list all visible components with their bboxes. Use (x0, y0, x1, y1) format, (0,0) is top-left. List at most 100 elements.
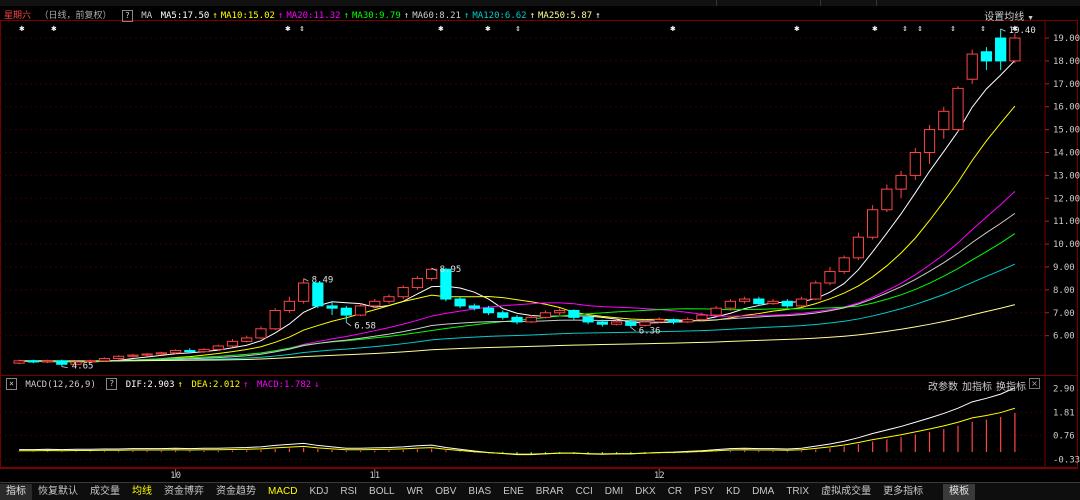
event-marker-icon: ✱ (485, 24, 491, 34)
tab-23[interactable]: 虚拟成交量 (815, 484, 877, 500)
up-arrow-icon: ↑ (403, 11, 410, 21)
price-axis-label: 8.00 (1053, 286, 1075, 296)
event-marker-icon: ✱ (51, 24, 57, 34)
tab-10[interactable]: WR (401, 484, 430, 500)
event-marker-icon: ⇕ (950, 24, 955, 34)
annotation-leader (630, 327, 636, 332)
settings-ma-button[interactable]: 设置均线 ▼ (984, 8, 1034, 23)
tab-14[interactable]: BRAR (530, 484, 570, 500)
annotation-leader (1000, 28, 1006, 32)
up-arrow-icon: ↑ (463, 11, 470, 21)
ma30-line (19, 233, 1016, 363)
candle-body (881, 188, 893, 211)
tab-25[interactable]: 模板 (943, 483, 976, 500)
switch-indicator-button[interactable]: 换指标 (996, 378, 1026, 393)
price-axis-label: 6.00 (1053, 332, 1075, 342)
annotation-leader (346, 322, 352, 327)
candle-body (966, 53, 978, 80)
tab-1[interactable]: 恢复默认 (32, 484, 84, 500)
tab-9[interactable]: BOLL (363, 484, 401, 500)
tab-22[interactable]: TRIX (780, 484, 815, 500)
tab-17[interactable]: DKX (629, 484, 662, 500)
tab-19[interactable]: PSY (688, 484, 720, 500)
tab-18[interactable]: CR (662, 484, 688, 500)
tab-16[interactable]: DMI (599, 484, 629, 500)
candle-body (141, 353, 153, 356)
up-arrow-icon: ↑ (529, 11, 535, 21)
tab-20[interactable]: KD (720, 484, 746, 500)
down-arrow-icon: ↓ (314, 379, 320, 390)
ma-indicator-list: MA5:17.50 ↑ MA10:15.02 ↑ MA20:11.32 ↑ MA30:9.7… (161, 11, 604, 21)
candle-body (810, 282, 822, 300)
candle-body (795, 298, 808, 307)
candle-body (753, 298, 765, 305)
help-icon[interactable]: ? (121, 9, 133, 22)
candle-body (1009, 37, 1021, 62)
tab-6[interactable]: MACD (262, 484, 303, 500)
ma-indicator: MA250:5.87 (538, 11, 593, 21)
ma-indicator: MA20:11.32 (286, 11, 341, 21)
tab-5[interactable]: 资金趋势 (210, 484, 262, 500)
candle-body (383, 296, 395, 302)
candle-body (610, 321, 623, 325)
candle-body (667, 319, 680, 323)
macd-axis-label: 2.90 (1053, 384, 1075, 394)
candle-body (511, 316, 523, 323)
macd-param-button[interactable]: 改参数 (928, 378, 958, 393)
candle-body (852, 236, 865, 259)
tab-3[interactable]: 均线 (126, 484, 158, 500)
candle-body (113, 355, 125, 360)
event-marker-icon: ⇕ (917, 24, 922, 34)
ma-indicator: MA60:8.21 (412, 11, 461, 21)
candle-body (13, 360, 25, 364)
candle-body (653, 319, 665, 323)
price-axis-label: 7.00 (1053, 309, 1075, 319)
tab-4[interactable]: 资金博弈 (158, 484, 210, 500)
candle-body (454, 298, 466, 307)
candle-body (582, 316, 594, 323)
price-header: 星期六 （日线，前复权） ? MA MA5:17.50 ↑ MA10:15.02 ↑ M… (4, 8, 607, 22)
indicator-tab-bar: 指标 恢复默认 成交量 均线 资金博弈 资金趋势 MACD KDJ RSI BOLL WR OBV BI… (0, 482, 1080, 500)
candle-body (525, 316, 537, 323)
up-arrow-icon: ↑ (277, 11, 284, 21)
tab-2[interactable]: 成交量 (84, 484, 126, 500)
candle-body (710, 307, 722, 316)
price-annotation: 8.95 (440, 265, 462, 275)
annotation-leader (303, 278, 309, 282)
month-label: 12 (654, 471, 665, 481)
tab-13[interactable]: ENE (497, 484, 530, 500)
close-icon[interactable]: × (1029, 378, 1040, 389)
annotation-leader (61, 366, 68, 369)
macd-name: MACD(12,26,9) (25, 379, 96, 390)
candle-body (980, 51, 993, 62)
candle-body (255, 328, 267, 339)
price-axis-label: 16.00 (1053, 103, 1080, 113)
tab-24[interactable]: 更多指标 (877, 484, 929, 500)
candle-body (369, 300, 381, 307)
event-marker-icon: ✱ (285, 24, 291, 34)
event-marker-icon: ⇕ (902, 24, 907, 34)
tab-12[interactable]: BIAS (462, 484, 497, 500)
tab-21[interactable]: DMA (746, 484, 780, 500)
macd-close-icon[interactable]: × (6, 378, 17, 390)
candle-body (923, 129, 936, 154)
tab-0[interactable]: 指标 (0, 483, 32, 500)
macd-axis-label: 1.81 (1053, 408, 1075, 418)
add-indicator-button[interactable]: 加指标 (962, 378, 992, 393)
candle-body (554, 309, 566, 314)
price-annotation: 6.58 (354, 321, 376, 331)
ma-indicator: MA10:15.02 (220, 11, 275, 21)
tab-7[interactable]: KDJ (303, 484, 334, 500)
candle-body (312, 282, 324, 307)
tab-8[interactable]: RSI (334, 484, 363, 500)
candle-body (596, 321, 608, 325)
candle-body (568, 309, 580, 318)
event-marker-icon: ✱ (438, 24, 444, 34)
candle-body (326, 305, 338, 309)
tab-15[interactable]: CCI (570, 484, 599, 500)
tab-11[interactable]: OBV (429, 484, 462, 500)
stock-chart[interactable]: 19.00 18.00 17.00 16.00 15.00 14.00 13.00 12.00… (0, 0, 1080, 482)
candle-body (625, 321, 637, 326)
macd-help-icon[interactable]: ? (106, 378, 118, 390)
candle-body (297, 282, 310, 302)
